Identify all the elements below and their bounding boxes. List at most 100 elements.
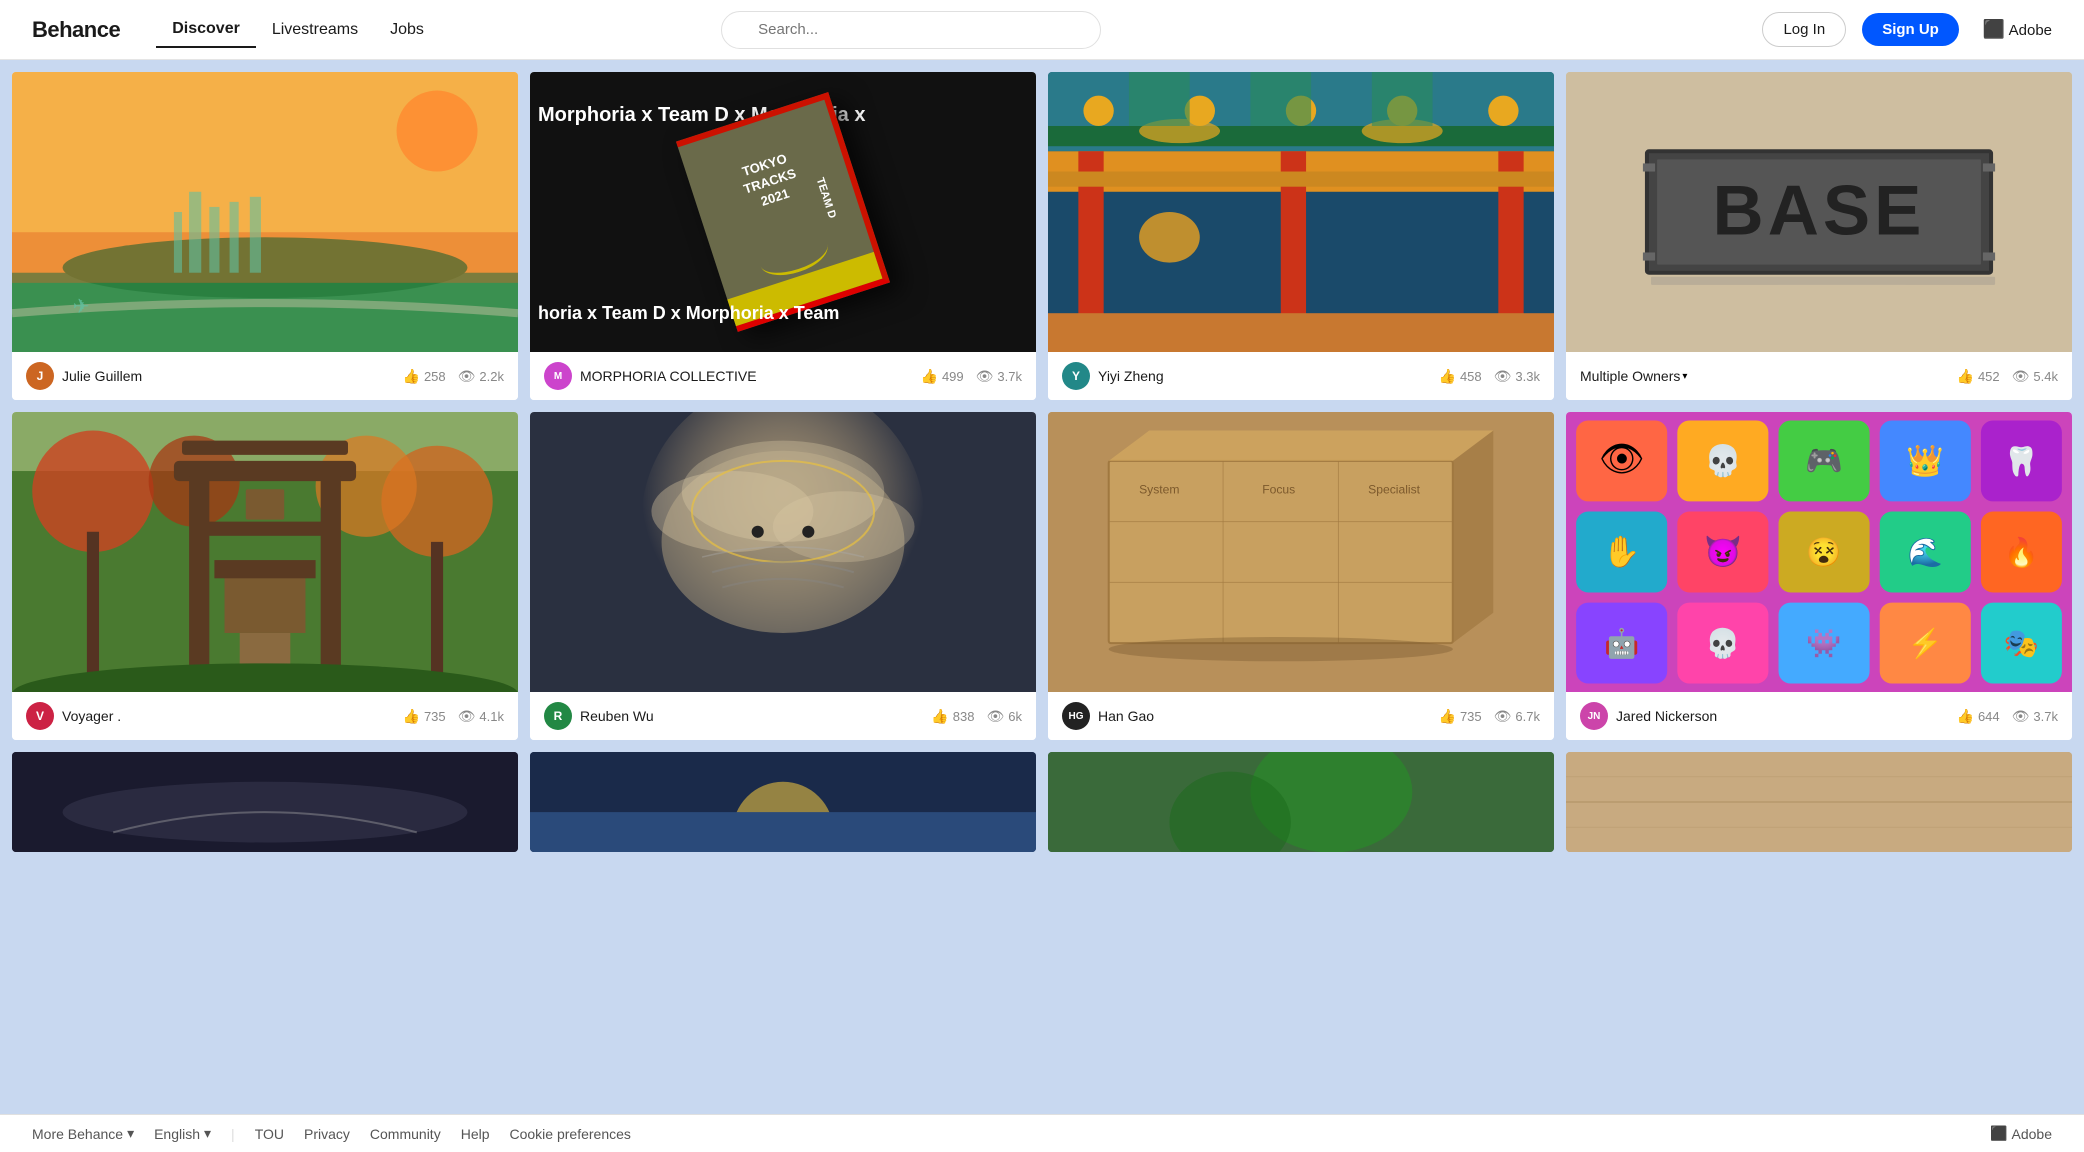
card-7[interactable]: System Focus Specialist HG Han Gao 👍 735 <box>1048 412 1554 740</box>
views-8: 👁 3.7k <box>2012 708 2058 725</box>
author-name-6: Reuben Wu <box>580 708 923 724</box>
card-image-1: ✈ <box>12 72 518 352</box>
card-footer-3: Y Yiyi Zheng 👍 458 👁 3.3k <box>1048 352 1554 400</box>
card-image-5 <box>12 412 518 692</box>
view-icon-7: 👁 <box>1494 708 1512 725</box>
svg-text:😈: 😈 <box>1704 535 1742 569</box>
card-footer-7: HG Han Gao 👍 735 👁 6.7k <box>1048 692 1554 740</box>
svg-text:👑: 👑 <box>1906 444 1944 478</box>
likes-8: 👍 644 <box>1957 708 2000 725</box>
avatar-3: Y <box>1062 362 1090 390</box>
like-icon-8: 👍 <box>1957 708 1974 725</box>
card-grid: ✈ J Julie Guillem 👍 258 👁 2.2k <box>0 60 2084 752</box>
avatar-6: R <box>544 702 572 730</box>
card-footer-6: R Reuben Wu 👍 838 👁 6k <box>530 692 1036 740</box>
main-content: ✈ J Julie Guillem 👍 258 👁 2.2k <box>0 60 2084 852</box>
card-6[interactable]: R Reuben Wu 👍 838 👁 6k <box>530 412 1036 740</box>
svg-text:BASE: BASE <box>1713 171 1926 250</box>
stats-5: 👍 735 👁 4.1k <box>403 708 505 725</box>
adobe-logo: ⬛ Adobe <box>1983 19 2052 40</box>
views-1: 👁 2.2k <box>458 368 504 385</box>
likes-6: 👍 838 <box>931 708 974 725</box>
svg-text:⚡: ⚡ <box>1908 627 1943 661</box>
signup-button[interactable]: Sign Up <box>1862 13 1959 46</box>
view-icon-1: 👁 <box>458 368 476 385</box>
like-icon-5: 👍 <box>403 708 420 725</box>
privacy-link[interactable]: Privacy <box>304 1126 350 1142</box>
svg-text:🔥: 🔥 <box>2004 536 2039 569</box>
author-name-5: Voyager . <box>62 708 395 724</box>
card-image-4: BASE <box>1566 72 2072 352</box>
card-2[interactable]: Morphoria x Team D x Morphoria x TOKYOTR… <box>530 72 1036 400</box>
more-behance-dropdown[interactable]: More Behance ▾ <box>32 1125 134 1142</box>
likes-4: 👍 452 <box>1957 368 2000 385</box>
stats-3: 👍 458 👁 3.3k <box>1439 368 1541 385</box>
views-2: 👁 3.7k <box>976 368 1022 385</box>
card-3[interactable]: Y Yiyi Zheng 👍 458 👁 3.3k <box>1048 72 1554 400</box>
svg-text:🦷: 🦷 <box>2004 445 2039 478</box>
scroll-text-bottom: horia x Team D x Morphoria x Team <box>530 295 1036 332</box>
svg-text:Specialist: Specialist <box>1368 482 1421 496</box>
card-image-8: 👁 💀 🎮 👑 🦷 ✋ 😈 😵 🌊 🔥 🤖 💀 👾 ⚡ 🎭 <box>1566 412 2072 692</box>
footer: More Behance ▾ English ▾ | TOU Privacy C… <box>0 1114 2084 1152</box>
search-container: 🔍 <box>440 11 1383 49</box>
partial-card-2[interactable] <box>530 752 1036 852</box>
svg-text:✋: ✋ <box>1603 534 1641 569</box>
partial-card-3[interactable] <box>1048 752 1554 852</box>
nav-livestreams[interactable]: Livestreams <box>256 13 374 47</box>
svg-text:👾: 👾 <box>1806 628 1841 660</box>
author-name-1: Julie Guillem <box>62 368 395 384</box>
view-icon-8: 👁 <box>2012 708 2030 725</box>
likes-3: 👍 458 <box>1439 368 1482 385</box>
views-4: 👁 5.4k <box>2012 368 2058 385</box>
author-name-3: Yiyi Zheng <box>1098 368 1431 384</box>
view-icon-3: 👁 <box>1494 368 1512 385</box>
card-8[interactable]: 👁 💀 🎮 👑 🦷 ✋ 😈 😵 🌊 🔥 🤖 💀 👾 ⚡ 🎭 <box>1566 412 2072 740</box>
help-link[interactable]: Help <box>461 1126 490 1142</box>
views-7: 👁 6.7k <box>1494 708 1540 725</box>
view-icon-4: 👁 <box>2012 368 2030 385</box>
logo[interactable]: Behance <box>32 17 120 43</box>
svg-text:🤖: 🤖 <box>1604 627 1639 660</box>
stats-6: 👍 838 👁 6k <box>931 708 1022 725</box>
cookie-link[interactable]: Cookie preferences <box>510 1126 631 1142</box>
svg-text:🌊: 🌊 <box>1908 536 1943 569</box>
nav-discover[interactable]: Discover <box>156 12 256 48</box>
card-4[interactable]: BASE Multiple Owners ▾ 👍 452 <box>1566 72 2072 400</box>
likes-2: 👍 499 <box>921 368 964 385</box>
tou-link[interactable]: TOU <box>255 1126 284 1142</box>
language-dropdown[interactable]: English ▾ <box>154 1125 211 1142</box>
author-name-4: Multiple Owners <box>1580 368 1680 384</box>
card-footer-4: Multiple Owners ▾ 👍 452 👁 5.4k <box>1566 352 2072 400</box>
svg-text:🎮: 🎮 <box>1805 445 1843 478</box>
stats-7: 👍 735 👁 6.7k <box>1439 708 1541 725</box>
nav-jobs[interactable]: Jobs <box>374 13 440 47</box>
partial-row <box>0 752 2084 852</box>
more-behance-label: More Behance <box>32 1126 123 1142</box>
view-icon-5: 👁 <box>458 708 476 725</box>
card-image-2: Morphoria x Team D x Morphoria x TOKYOTR… <box>530 72 1036 352</box>
likes-1: 👍 258 <box>403 368 446 385</box>
language-caret: ▾ <box>204 1125 211 1142</box>
author-name-7: Han Gao <box>1098 708 1431 724</box>
card-5[interactable]: V Voyager . 👍 735 👁 4.1k <box>12 412 518 740</box>
card-image-7: System Focus Specialist <box>1048 412 1554 692</box>
svg-text:💀: 💀 <box>1705 627 1740 660</box>
avatar-7: HG <box>1062 702 1090 730</box>
svg-text:💀: 💀 <box>1704 443 1742 478</box>
card-1[interactable]: ✈ J Julie Guillem 👍 258 👁 2.2k <box>12 72 518 400</box>
main-nav: Discover Livestreams Jobs <box>156 12 440 48</box>
svg-text:System: System <box>1139 482 1179 496</box>
stats-1: 👍 258 👁 2.2k <box>403 368 505 385</box>
like-icon-4: 👍 <box>1957 368 1974 385</box>
partial-card-1[interactable] <box>12 752 518 852</box>
like-icon-6: 👍 <box>931 708 948 725</box>
card-footer-1: J Julie Guillem 👍 258 👁 2.2k <box>12 352 518 400</box>
header: Behance Discover Livestreams Jobs 🔍 Log … <box>0 0 2084 60</box>
login-button[interactable]: Log In <box>1762 12 1846 47</box>
partial-card-4[interactable] <box>1566 752 2072 852</box>
more-behance-caret: ▾ <box>127 1125 134 1142</box>
svg-text:😵: 😵 <box>1806 537 1841 569</box>
search-input[interactable] <box>721 11 1101 49</box>
community-link[interactable]: Community <box>370 1126 441 1142</box>
